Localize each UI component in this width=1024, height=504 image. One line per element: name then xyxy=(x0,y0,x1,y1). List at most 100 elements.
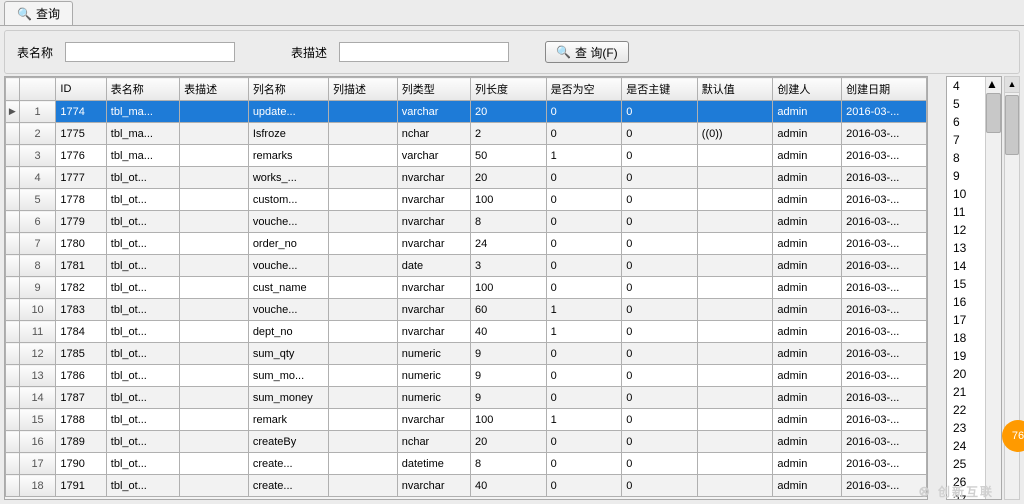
table-row[interactable]: 21775tbl_ma...Isfrozenchar200((0))admin2… xyxy=(6,123,927,145)
cell-cd[interactable] xyxy=(328,255,397,277)
cell-dt[interactable]: 2016-03-... xyxy=(842,299,927,321)
query-button[interactable]: 🔍查 询(F) xyxy=(545,41,629,63)
cell-n[interactable]: 2 xyxy=(19,123,56,145)
column-header[interactable]: 列类型 xyxy=(397,78,470,101)
cell-tbl[interactable]: tbl_ma... xyxy=(106,101,179,123)
scroll-thumb[interactable] xyxy=(1005,95,1019,155)
cell-cr[interactable]: admin xyxy=(773,123,842,145)
right-scrollbar[interactable]: ▲ xyxy=(985,77,1001,499)
cell-cd[interactable] xyxy=(328,453,397,475)
cell-cn[interactable]: vouche... xyxy=(248,211,328,233)
cell-null[interactable]: 0 xyxy=(546,387,622,409)
cell-dt[interactable]: 2016-03-... xyxy=(842,167,927,189)
cell-dt[interactable]: 2016-03-... xyxy=(842,475,927,497)
cell-n[interactable]: 13 xyxy=(19,365,56,387)
cell-cd[interactable] xyxy=(328,365,397,387)
cell-len[interactable]: 9 xyxy=(471,343,547,365)
cell-ct[interactable]: nchar xyxy=(397,123,470,145)
column-header[interactable]: 是否为空 xyxy=(546,78,622,101)
cell-td[interactable] xyxy=(180,101,249,123)
cell-ind[interactable] xyxy=(6,475,20,497)
cell-id[interactable]: 1789 xyxy=(56,431,106,453)
cell-pk[interactable]: 0 xyxy=(622,475,698,497)
cell-tbl[interactable]: tbl_ot... xyxy=(106,189,179,211)
cell-tbl[interactable]: tbl_ot... xyxy=(106,211,179,233)
cell-id[interactable]: 1785 xyxy=(56,343,106,365)
cell-null[interactable]: 0 xyxy=(546,233,622,255)
cell-id[interactable]: 1788 xyxy=(56,409,106,431)
cell-pk[interactable]: 0 xyxy=(622,101,698,123)
cell-ct[interactable]: nvarchar xyxy=(397,299,470,321)
column-header[interactable]: 列描述 xyxy=(328,78,397,101)
cell-len[interactable]: 20 xyxy=(471,101,547,123)
cell-cd[interactable] xyxy=(328,299,397,321)
cell-null[interactable]: 1 xyxy=(546,299,622,321)
cell-tbl[interactable]: tbl_ma... xyxy=(106,145,179,167)
cell-len[interactable]: 100 xyxy=(471,189,547,211)
cell-ct[interactable]: nvarchar xyxy=(397,475,470,497)
cell-cn[interactable]: remarks xyxy=(248,145,328,167)
table-row[interactable]: 181791tbl_ot...create...nvarchar4000admi… xyxy=(6,475,927,497)
cell-id[interactable]: 1783 xyxy=(56,299,106,321)
cell-td[interactable] xyxy=(180,365,249,387)
cell-ct[interactable]: numeric xyxy=(397,365,470,387)
scroll-up-icon[interactable]: ▲ xyxy=(1005,77,1019,93)
cell-id[interactable]: 1790 xyxy=(56,453,106,475)
cell-id[interactable]: 1782 xyxy=(56,277,106,299)
cell-tbl[interactable]: tbl_ma... xyxy=(106,123,179,145)
cell-tbl[interactable]: tbl_ot... xyxy=(106,409,179,431)
cell-ind[interactable] xyxy=(6,409,20,431)
cell-cr[interactable]: admin xyxy=(773,431,842,453)
cell-cd[interactable] xyxy=(328,277,397,299)
cell-len[interactable]: 8 xyxy=(471,211,547,233)
cell-pk[interactable]: 0 xyxy=(622,123,698,145)
right-list-panel[interactable]: 4567891011121314151617181920212223242526… xyxy=(946,76,1002,500)
cell-null[interactable]: 0 xyxy=(546,475,622,497)
cell-len[interactable]: 2 xyxy=(471,123,547,145)
cell-tbl[interactable]: tbl_ot... xyxy=(106,321,179,343)
cell-pk[interactable]: 0 xyxy=(622,277,698,299)
cell-td[interactable] xyxy=(180,321,249,343)
cell-ct[interactable]: varchar xyxy=(397,145,470,167)
cell-cn[interactable]: createBy xyxy=(248,431,328,453)
cell-id[interactable]: 1787 xyxy=(56,387,106,409)
cell-id[interactable]: 1786 xyxy=(56,365,106,387)
cell-cr[interactable]: admin xyxy=(773,299,842,321)
cell-cd[interactable] xyxy=(328,475,397,497)
cell-ind[interactable] xyxy=(6,211,20,233)
cell-cd[interactable] xyxy=(328,167,397,189)
cell-tbl[interactable]: tbl_ot... xyxy=(106,255,179,277)
cell-cn[interactable]: Isfroze xyxy=(248,123,328,145)
cell-ct[interactable]: numeric xyxy=(397,343,470,365)
column-header[interactable]: 默认值 xyxy=(697,78,773,101)
column-header[interactable]: 表描述 xyxy=(180,78,249,101)
cell-n[interactable]: 15 xyxy=(19,409,56,431)
cell-td[interactable] xyxy=(180,431,249,453)
cell-cd[interactable] xyxy=(328,189,397,211)
cell-len[interactable]: 100 xyxy=(471,277,547,299)
cell-n[interactable]: 9 xyxy=(19,277,56,299)
cell-def[interactable] xyxy=(697,145,773,167)
column-header[interactable]: 表名称 xyxy=(106,78,179,101)
cell-ind[interactable] xyxy=(6,453,20,475)
cell-cr[interactable]: admin xyxy=(773,233,842,255)
cell-cd[interactable] xyxy=(328,409,397,431)
cell-n[interactable]: 4 xyxy=(19,167,56,189)
cell-cd[interactable] xyxy=(328,387,397,409)
table-row[interactable]: 41777tbl_ot...works_...nvarchar2000admin… xyxy=(6,167,927,189)
cell-null[interactable]: 0 xyxy=(546,101,622,123)
cell-cr[interactable]: admin xyxy=(773,211,842,233)
cell-td[interactable] xyxy=(180,145,249,167)
cell-def[interactable] xyxy=(697,277,773,299)
cell-len[interactable]: 20 xyxy=(471,167,547,189)
cell-cr[interactable]: admin xyxy=(773,321,842,343)
cell-cr[interactable]: admin xyxy=(773,277,842,299)
cell-def[interactable] xyxy=(697,167,773,189)
cell-ct[interactable]: nvarchar xyxy=(397,211,470,233)
cell-pk[interactable]: 0 xyxy=(622,431,698,453)
cell-dt[interactable]: 2016-03-... xyxy=(842,145,927,167)
cell-cr[interactable]: admin xyxy=(773,255,842,277)
cell-dt[interactable]: 2016-03-... xyxy=(842,409,927,431)
cell-ct[interactable]: nvarchar xyxy=(397,167,470,189)
column-header[interactable] xyxy=(19,78,56,101)
